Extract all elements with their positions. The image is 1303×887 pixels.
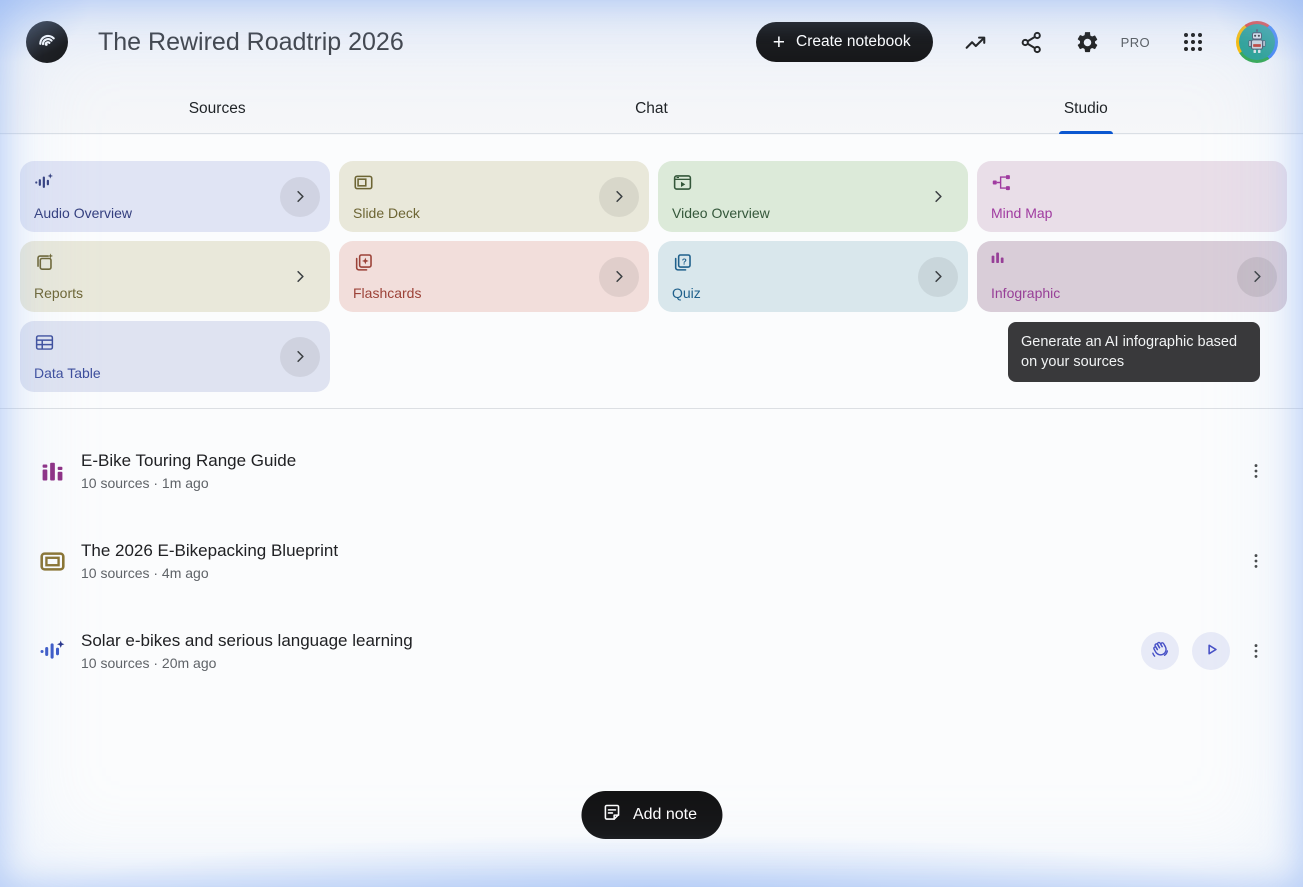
- artifact-title: Solar e-bikes and serious language learn…: [81, 631, 413, 651]
- artifact-row-slide-deck[interactable]: The 2026 E-Bikepacking Blueprint 10 sour…: [0, 516, 1303, 606]
- tab-chat[interactable]: Chat: [434, 84, 868, 133]
- infographic-bar-chart-icon: [36, 458, 68, 485]
- studio-tool-card-data-table[interactable]: Data Table: [20, 321, 330, 392]
- tab-studio-label: Studio: [1064, 100, 1108, 118]
- artifact-actions: [1141, 632, 1269, 670]
- infographic-mini-bars-icon: [991, 252, 1006, 263]
- artifact-row-infographic[interactable]: E-Bike Touring Range Guide 10 sources · …: [0, 426, 1303, 516]
- studio-tool-card-flashcards[interactable]: Flashcards: [339, 241, 649, 312]
- tool-label: Video Overview: [672, 205, 770, 221]
- main-tabbar: Sources Chat Studio: [0, 84, 1303, 134]
- report-sparkle-icon: [34, 252, 55, 273]
- mind-map-icon: [991, 172, 1012, 193]
- interactive-mode-button[interactable]: [1141, 632, 1179, 670]
- studio-tool-card-video-overview[interactable]: Video Overview: [658, 161, 968, 232]
- notebook-title[interactable]: The Rewired Roadtrip 2026: [98, 28, 404, 57]
- quiz-question-cards-icon: ?: [672, 252, 693, 273]
- create-notebook-label: Create notebook: [796, 33, 911, 51]
- add-note-label: Add note: [633, 806, 697, 824]
- notebooklm-app: The Rewired Roadtrip 2026 + Create noteb…: [0, 0, 1303, 887]
- tool-label: Data Table: [34, 365, 101, 381]
- chevron-right-icon[interactable]: [287, 257, 313, 297]
- apps-grid-icon[interactable]: [1180, 29, 1206, 55]
- studio-tool-card-quiz[interactable]: ? Quiz: [658, 241, 968, 312]
- tool-label: Audio Overview: [34, 205, 132, 221]
- chevron-right-icon[interactable]: [280, 177, 320, 217]
- artifact-meta: 10 sources · 1m ago: [81, 475, 296, 491]
- settings-gear-icon[interactable]: [1075, 29, 1101, 55]
- soundwave-logo-icon: [34, 27, 60, 58]
- studio-tool-card-infographic[interactable]: Infographic: [977, 241, 1287, 312]
- analytics-icon[interactable]: [963, 29, 989, 55]
- artifact-title: The 2026 E-Bikepacking Blueprint: [81, 541, 338, 561]
- app-header: The Rewired Roadtrip 2026 + Create noteb…: [0, 0, 1303, 84]
- share-icon[interactable]: [1019, 29, 1045, 55]
- studio-tool-card-audio-overview[interactable]: Audio Overview: [20, 161, 330, 232]
- flashcards-star-icon: [353, 252, 374, 273]
- more-vertical-icon[interactable]: [1243, 545, 1269, 577]
- artifact-list: E-Bike Touring Range Guide 10 sources · …: [0, 426, 1303, 696]
- plus-icon: +: [773, 32, 785, 53]
- artifact-title: E-Bike Touring Range Guide: [81, 451, 296, 471]
- avatar-robot-image: [1239, 24, 1275, 60]
- audio-waveform-sparkle-icon: [34, 172, 55, 193]
- tool-label: Mind Map: [991, 205, 1052, 221]
- video-overview-icon: [672, 172, 693, 193]
- data-table-icon: [34, 332, 55, 353]
- notebooklm-logo[interactable]: [26, 21, 68, 63]
- artifact-meta: 10 sources · 4m ago: [81, 565, 338, 581]
- pro-badge: PRO: [1121, 35, 1150, 50]
- artifact-text: The 2026 E-Bikepacking Blueprint 10 sour…: [81, 541, 338, 581]
- tool-label: Flashcards: [353, 285, 421, 301]
- add-note-button[interactable]: Add note: [581, 791, 722, 839]
- header-actions: + Create notebook PRO: [756, 21, 1278, 63]
- artifact-meta: 10 sources · 20m ago: [81, 655, 413, 671]
- chevron-right-icon[interactable]: [925, 177, 951, 217]
- tab-sources[interactable]: Sources: [0, 84, 434, 133]
- infographic-tooltip: Generate an AI infographic based on your…: [1008, 322, 1260, 382]
- section-divider: [0, 408, 1303, 409]
- artifact-text: Solar e-bikes and serious language learn…: [81, 631, 413, 671]
- active-tab-underline: [1059, 131, 1113, 134]
- more-vertical-icon[interactable]: [1243, 455, 1269, 487]
- svg-text:?: ?: [682, 256, 687, 266]
- studio-panel: Audio Overview Slide Deck: [0, 135, 1303, 887]
- chevron-right-icon[interactable]: [599, 257, 639, 297]
- tool-label: Slide Deck: [353, 205, 420, 221]
- create-notebook-button[interactable]: + Create notebook: [756, 22, 933, 62]
- slide-deck-icon: [36, 548, 68, 575]
- artifact-actions: [1243, 545, 1269, 577]
- artifact-row-audio-overview[interactable]: Solar e-bikes and serious language learn…: [0, 606, 1303, 696]
- waving-hand-icon: [1150, 639, 1171, 663]
- note-icon: [601, 802, 622, 828]
- play-button[interactable]: [1192, 632, 1230, 670]
- chevron-right-icon[interactable]: [1237, 257, 1277, 297]
- tab-chat-label: Chat: [635, 100, 668, 118]
- more-vertical-icon[interactable]: [1243, 635, 1269, 667]
- audio-waveform-sparkle-icon: [36, 638, 68, 665]
- tab-sources-label: Sources: [189, 100, 246, 118]
- artifact-text: E-Bike Touring Range Guide 10 sources · …: [81, 451, 296, 491]
- chevron-right-icon[interactable]: [599, 177, 639, 217]
- chevron-right-icon[interactable]: [918, 257, 958, 297]
- studio-tool-card-mind-map[interactable]: Mind Map: [977, 161, 1287, 232]
- slide-deck-icon: [353, 172, 374, 193]
- chevron-right-icon[interactable]: [280, 337, 320, 377]
- tab-studio[interactable]: Studio: [869, 84, 1303, 133]
- tool-label: Infographic: [991, 285, 1060, 301]
- studio-tool-card-reports[interactable]: Reports: [20, 241, 330, 312]
- artifact-actions: [1243, 455, 1269, 487]
- tool-label: Quiz: [672, 285, 701, 301]
- tool-label: Reports: [34, 285, 83, 301]
- avatar[interactable]: [1236, 21, 1278, 63]
- studio-tool-card-slide-deck[interactable]: Slide Deck: [339, 161, 649, 232]
- play-icon: [1201, 639, 1222, 663]
